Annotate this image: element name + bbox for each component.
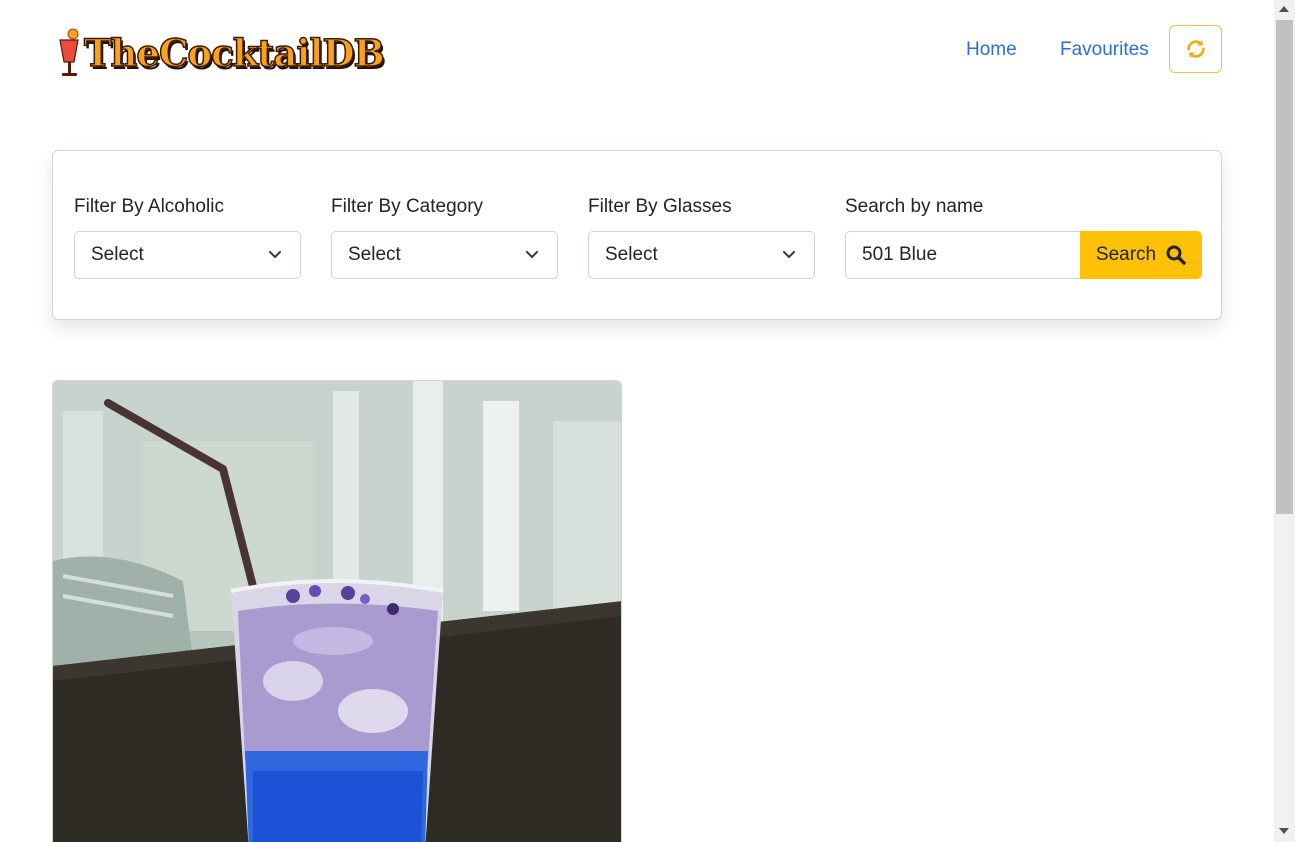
drink-image[interactable] [53, 381, 622, 842]
logo-text: TheCocktailDB [83, 30, 385, 76]
filter-panel: Filter By Alcoholic Select Filter By Cat… [52, 150, 1222, 320]
filter-category-select[interactable]: Select [331, 231, 558, 279]
nav-home-link[interactable]: Home [966, 39, 1017, 61]
refresh-button[interactable] [1169, 25, 1222, 73]
search-input[interactable]: 501 Blue [845, 231, 1081, 279]
filter-glasses-label: Filter By Glasses [588, 196, 732, 217]
nav-favourites-link[interactable]: Favourites [1060, 39, 1149, 61]
filter-glasses-select[interactable]: Select [588, 231, 815, 279]
search-label: Search by name [845, 196, 984, 217]
site-logo[interactable]: TheCocktailDB [56, 26, 422, 80]
chevron-down-icon [526, 251, 538, 258]
chevron-down-icon [269, 251, 281, 258]
cocktail-glass-icon [56, 26, 84, 80]
filter-glasses-value: Select [605, 244, 658, 265]
scroll-up-arrow-icon[interactable] [1279, 6, 1289, 12]
filter-category-label: Filter By Category [331, 196, 484, 217]
scrollbar-thumb[interactable] [1276, 20, 1293, 514]
filter-alcoholic-value: Select [91, 244, 144, 265]
filter-alcoholic-select[interactable]: Select [74, 231, 301, 279]
scroll-down-arrow-icon[interactable] [1279, 828, 1289, 834]
search-button-label: Search [1095, 244, 1157, 265]
filter-category-value: Select [348, 244, 401, 265]
search-button[interactable]: Search [1080, 231, 1202, 279]
chevron-down-icon [783, 251, 795, 258]
search-input-value: 501 Blue [862, 244, 938, 265]
filter-alcoholic-label: Filter By Alcoholic [74, 196, 224, 217]
search-icon [1166, 245, 1186, 265]
refresh-icon [1186, 39, 1205, 59]
drink-card[interactable] [52, 380, 622, 842]
